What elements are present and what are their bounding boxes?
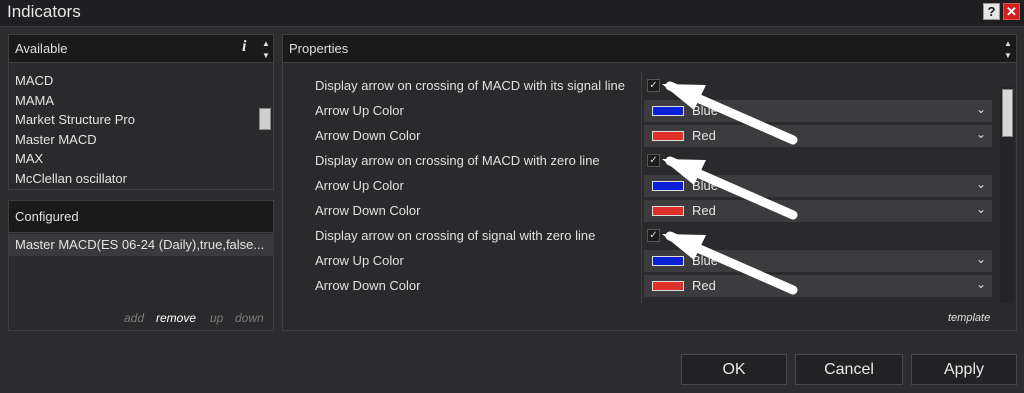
- window-title: Indicators: [7, 2, 81, 21]
- chevron-down-icon[interactable]: ⌄: [976, 277, 986, 291]
- color-select[interactable]: Red ⌄: [644, 275, 992, 297]
- scroll-down-icon[interactable]: ▼: [259, 50, 273, 62]
- available-list-item[interactable]: Market Structure Pro: [15, 112, 135, 127]
- cancel-button[interactable]: Cancel: [795, 354, 903, 385]
- color-swatch: [652, 256, 684, 266]
- available-list-item[interactable]: MAMA: [15, 93, 54, 108]
- property-label: Arrow Down Color: [315, 128, 421, 143]
- available-panel: Available i ▲ ▼ MACD MAMA Market Structure…: [8, 34, 274, 190]
- available-header: Available i: [9, 35, 273, 63]
- color-value: Red: [692, 128, 716, 143]
- properties-scroll-down-icon[interactable]: ▼: [1001, 50, 1015, 62]
- properties-scroll-arrows: ▲ ▼: [1001, 38, 1015, 62]
- color-swatch: [652, 106, 684, 116]
- configured-actions: add remove up down: [9, 311, 275, 325]
- configured-header: Configured: [9, 201, 273, 233]
- add-button[interactable]: add: [124, 311, 144, 325]
- property-label: Display arrow on crossing of MACD with z…: [315, 153, 600, 168]
- chevron-down-icon[interactable]: ⌄: [976, 202, 986, 216]
- property-label: Arrow Down Color: [315, 203, 421, 218]
- available-title: Available: [15, 41, 68, 56]
- help-button[interactable]: ?: [983, 3, 1000, 20]
- color-value: Blue: [692, 178, 719, 193]
- color-swatch: [652, 281, 684, 291]
- color-select[interactable]: Blue ⌄: [644, 175, 992, 197]
- property-label: Arrow Up Color: [315, 253, 404, 268]
- properties-header: Properties: [283, 35, 1016, 63]
- color-swatch: [652, 206, 684, 216]
- color-select[interactable]: Red ⌄: [644, 200, 992, 222]
- properties-divider: [641, 71, 642, 303]
- configured-item[interactable]: Master MACD(ES 06-24 (Daily),true,false.…: [15, 237, 264, 252]
- remove-button[interactable]: remove: [156, 311, 196, 325]
- chevron-down-icon[interactable]: ⌄: [976, 177, 986, 191]
- color-swatch: [652, 131, 684, 141]
- color-swatch: [652, 181, 684, 191]
- configured-panel: Configured Master MACD(ES 06-24 (Daily),…: [8, 200, 274, 331]
- configured-item-row[interactable]: Master MACD(ES 06-24 (Daily),true,false.…: [9, 234, 273, 256]
- property-label: Arrow Up Color: [315, 103, 404, 118]
- chevron-down-icon[interactable]: ⌄: [976, 252, 986, 266]
- available-list-item[interactable]: MACD: [15, 73, 53, 88]
- available-list-item[interactable]: Master MACD: [15, 132, 97, 147]
- color-value: Blue: [692, 103, 719, 118]
- property-label: Arrow Up Color: [315, 178, 404, 193]
- configured-title: Configured: [15, 209, 79, 224]
- checkmark-icon: ✓: [649, 80, 658, 91]
- color-value: Red: [692, 278, 716, 293]
- property-checkbox[interactable]: ✓: [647, 79, 660, 92]
- down-button[interactable]: down: [235, 311, 264, 325]
- properties-scrollbar-thumb[interactable]: [1002, 89, 1013, 137]
- template-link[interactable]: template: [948, 312, 990, 324]
- property-label: Display arrow on crossing of signal with…: [315, 228, 596, 243]
- chevron-down-icon[interactable]: ⌄: [976, 127, 986, 141]
- chevron-down-icon[interactable]: ⌄: [976, 102, 986, 116]
- scroll-up-icon[interactable]: ▲: [259, 38, 273, 50]
- available-list-item[interactable]: McClellan oscillator: [15, 171, 127, 186]
- property-checkbox[interactable]: ✓: [647, 154, 660, 167]
- properties-scroll-up-icon[interactable]: ▲: [1001, 38, 1015, 50]
- color-select[interactable]: Blue ⌄: [644, 100, 992, 122]
- ok-button[interactable]: OK: [681, 354, 787, 385]
- apply-button[interactable]: Apply: [911, 354, 1017, 385]
- color-value: Blue: [692, 253, 719, 268]
- info-icon[interactable]: i: [242, 38, 246, 56]
- available-scrollbar-thumb[interactable]: [259, 108, 271, 130]
- color-select[interactable]: Red ⌄: [644, 125, 992, 147]
- property-label: Arrow Down Color: [315, 278, 421, 293]
- up-button[interactable]: up: [210, 311, 223, 325]
- property-label: Display arrow on crossing of MACD with i…: [315, 78, 625, 93]
- available-list-item[interactable]: MAX: [15, 151, 43, 166]
- property-checkbox[interactable]: ✓: [647, 229, 660, 242]
- available-scroll-arrows: ▲ ▼: [259, 38, 273, 62]
- color-value: Red: [692, 203, 716, 218]
- checkmark-icon: ✓: [649, 155, 658, 166]
- checkmark-icon: ✓: [649, 230, 658, 241]
- properties-panel: Properties ▲ ▼ Display arrow on crossing…: [282, 34, 1017, 331]
- title-bar: Indicators ? ✕: [0, 0, 1024, 27]
- properties-title: Properties: [289, 41, 349, 56]
- color-select[interactable]: Blue ⌄: [644, 250, 992, 272]
- close-button[interactable]: ✕: [1003, 3, 1020, 20]
